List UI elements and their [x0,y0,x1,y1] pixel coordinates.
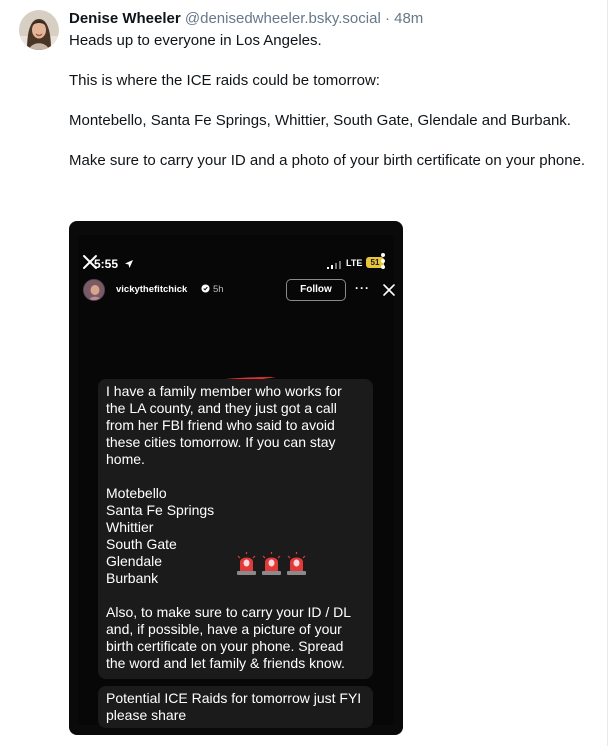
story-close-icon [383,284,395,296]
post-text: Heads up to everyone in Los Angeles. Thi… [69,31,589,171]
avatar[interactable] [19,10,59,50]
story-note-main: I have a family member who works for the… [98,379,373,679]
phone-status-bar: 5:55 LTE 51 [69,221,403,271]
siren-emojis [236,552,308,576]
siren-icon [237,552,256,575]
siren-icon [262,552,281,575]
story-note-share: Potential ICE Raids for tomorrow just FY… [98,686,373,728]
note-share-text: Potential ICE Raids for tomorrow just FY… [106,690,362,723]
author-handle[interactable]: @denisedwheeler.bsky.social [185,10,381,27]
location-arrow-icon [125,260,133,268]
story-more-icon: ··· [355,281,370,295]
note-outro: Also, to make sure to carry your ID / DL… [106,604,351,671]
post-paragraph: Heads up to everyone in Los Angeles. [69,32,322,49]
post-paragraph: Montebello, Santa Fe Springs, Whittier, … [69,112,571,129]
city-item: Whittier [106,519,154,535]
city-item: South Gate [106,536,177,552]
network-label: LTE [346,258,363,268]
city-item: Santa Fe Springs [106,502,215,518]
author-name[interactable]: Denise Wheeler [69,10,181,27]
avatar-image [19,10,59,50]
siren-icon [287,552,306,575]
embedded-image[interactable]: 5:55 LTE 51 vickythefitchick 5h Follow ·… [69,221,403,735]
story-username: vickythefitchick [116,284,188,295]
story-avatar [83,279,105,301]
follow-button: Follow [286,279,346,301]
post-header: Denise Wheeler @denisedwheeler.bsky.soci… [69,9,423,29]
city-item: Motebello [106,485,167,501]
note-intro: I have a family member who works for the… [106,383,342,467]
verified-icon [201,284,210,293]
story-header: vickythefitchick 5h Follow ··· [83,279,395,301]
post-timestamp[interactable]: 48m [394,10,423,27]
story-age: 5h [213,284,224,295]
story-avatar-image [84,280,104,300]
post: Denise Wheeler @denisedwheeler.bsky.soci… [0,0,608,746]
post-paragraph: Make sure to carry your ID and a photo o… [69,152,586,169]
signal-icon [327,261,341,269]
more-vertical-icon [381,253,385,269]
post-paragraph: This is where the ICE raids could be tom… [69,72,380,89]
header-separator: · [384,10,390,27]
status-time: 5:55 [94,257,119,271]
